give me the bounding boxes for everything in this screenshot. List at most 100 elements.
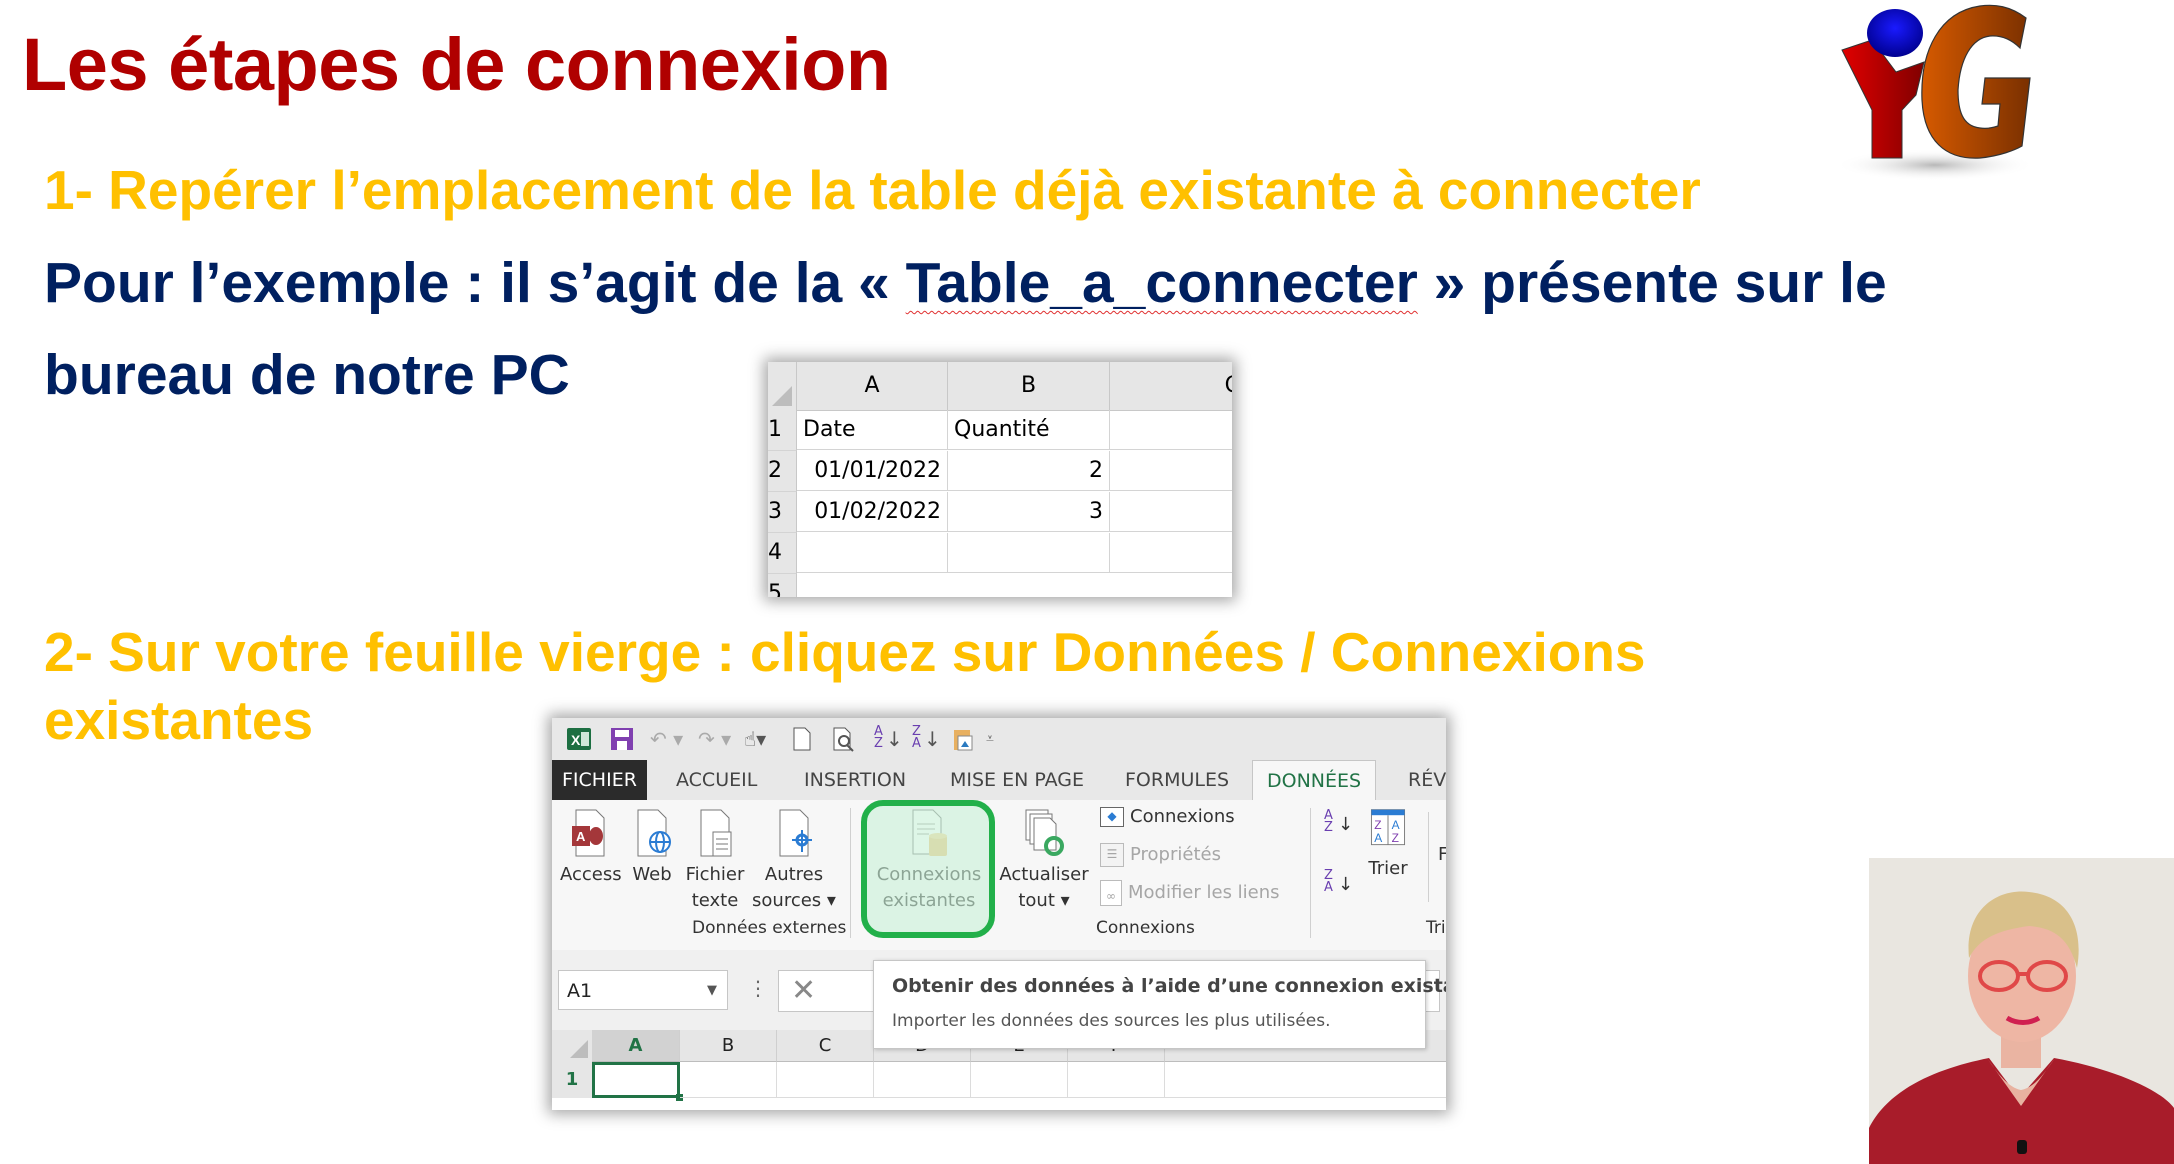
access-icon: A (572, 809, 605, 857)
group-label-sort: Tri (1426, 918, 1446, 938)
step1-description: Pour l’exemple : il s’agit de la « Table… (44, 250, 1887, 316)
column-header: A (797, 362, 948, 410)
refresh-all-icon (1025, 809, 1064, 856)
undo-icon[interactable]: ↶ ▾ (650, 726, 683, 752)
web-globe-icon (637, 809, 671, 857)
step2-heading: 2- Sur votre feuille vierge : cliquez su… (44, 621, 1646, 683)
new-doc-icon[interactable] (792, 726, 812, 752)
presenter-webcam (1869, 858, 2174, 1164)
column-header[interactable]: C (777, 1030, 874, 1062)
row-header: 5 (768, 574, 797, 597)
properties-button[interactable]: ☰ Propriétés (1100, 842, 1221, 868)
connections-icon: ◆ (1100, 807, 1124, 827)
grid-cell[interactable] (680, 1062, 777, 1098)
highlight-existing-connections (861, 800, 995, 938)
tab-mise-en-page[interactable]: MISE EN PAGE (950, 760, 1084, 800)
other-sources-button[interactable]: Autres sources ▾ (752, 808, 836, 914)
table-cell: 01/01/2022 (797, 451, 948, 491)
filter-button-partial[interactable]: F (1438, 842, 1446, 868)
sort-label: Trier (1368, 858, 1408, 879)
web-button[interactable]: Web (626, 808, 678, 888)
redo-icon[interactable]: ↷ ▾ (698, 726, 731, 752)
sort-dialog-icon: ZAAZ (1370, 809, 1406, 846)
sort-a-z-arrow-icon: ↓ (1338, 814, 1354, 835)
select-all-corner[interactable] (552, 1030, 592, 1062)
web-label: Web (632, 864, 672, 885)
refresh-all-button[interactable]: Actualiser tout ▾ (996, 808, 1092, 914)
tab-accueil[interactable]: ACCUEIL (676, 760, 757, 800)
column-header[interactable]: B (680, 1030, 777, 1062)
access-label: Access (560, 864, 622, 885)
presenter-video-icon (1869, 858, 2174, 1164)
edit-links-button[interactable]: ∞ Modifier les liens (1100, 880, 1280, 906)
row-header: 3 (768, 492, 797, 533)
excel-ribbon-screenshot: X ↶ ▾ ↷ ▾ ☝▾ AZ ↓ ZA ↓ ⩡ FICHIER ACCUEIL… (552, 718, 1446, 1110)
slide-title: Les étapes de connexion (22, 23, 891, 106)
svg-text:A: A (1374, 831, 1382, 845)
tooltip-title: Obtenir des données à l’aide d’une conne… (892, 975, 1446, 997)
grid-cell[interactable] (1165, 1062, 1446, 1098)
svg-text:Z: Z (1392, 831, 1399, 845)
yg-logo (1820, 0, 2050, 181)
grid-cell[interactable] (874, 1062, 971, 1098)
quick-access-toolbar: X ↶ ▾ ↷ ▾ ☝▾ AZ ↓ ZA ↓ ⩡ (552, 718, 1446, 760)
sort-z-a-button[interactable]: ZA (1324, 869, 1333, 894)
svg-text:X: X (571, 732, 581, 748)
person-logo-icon (1835, 4, 2035, 181)
tooltip-description: Importer les données des sources les plu… (892, 1011, 1331, 1031)
access-button[interactable]: A Access (560, 808, 622, 888)
tab-donnees[interactable]: DONNÉES (1252, 760, 1377, 801)
sort-z-a-arrow-icon: ↓ (1338, 874, 1354, 895)
tab-insertion[interactable]: INSERTION (804, 760, 906, 800)
table-cell (1110, 533, 1232, 573)
step1-description-line2: bureau de notre PC (44, 343, 570, 407)
save-icon[interactable] (610, 726, 634, 752)
sort-asc-icon[interactable]: AZ (874, 725, 883, 752)
customize-icon[interactable]: ⩡ (986, 726, 994, 752)
svg-text:A: A (576, 829, 586, 844)
svg-text:A: A (1392, 818, 1400, 832)
edit-links-label: Modifier les liens (1128, 882, 1280, 903)
grid-cell[interactable] (1068, 1062, 1165, 1098)
column-header: B (948, 362, 1110, 410)
group-label-connections: Connexions (1096, 918, 1195, 938)
row-header: 2 (768, 451, 797, 492)
table-cell: 01/02/2022 (797, 492, 948, 532)
sort-a-z-button[interactable]: AZ (1324, 809, 1333, 834)
properties-label: Propriétés (1130, 844, 1221, 865)
sort-asc-arrow-icon: ↓ (886, 727, 903, 751)
svg-text:Z: Z (1374, 818, 1381, 832)
column-header[interactable]: A (592, 1030, 680, 1062)
desc-suffix: » présente sur le (1417, 251, 1887, 315)
connections-button[interactable]: ◆ Connexions (1100, 804, 1235, 830)
step2-heading-line2: existantes (44, 689, 314, 751)
refresh-all-label-1: Actualiser (999, 864, 1089, 885)
table-cell (1110, 451, 1232, 491)
touch-mode-icon[interactable]: ☝▾ (744, 726, 766, 752)
sort-button[interactable]: ZAAZ Trier (1358, 806, 1418, 882)
table-cell (948, 533, 1110, 573)
other-sources-icon (779, 809, 812, 857)
tab-revision[interactable]: RÉV (1408, 760, 1446, 800)
edit-links-icon: ∞ (1100, 880, 1122, 906)
print-preview-icon[interactable] (832, 726, 856, 752)
tab-formules[interactable]: FORMULES (1125, 760, 1229, 800)
active-cell-a1[interactable] (592, 1062, 683, 1101)
desc-prefix: Pour l’exemple : il s’agit de la « (44, 251, 906, 315)
cancel-icon[interactable]: ✕ (791, 973, 816, 1008)
table-cell (1110, 492, 1232, 532)
tab-fichier[interactable]: FICHIER (552, 760, 647, 800)
grid-cell[interactable] (971, 1062, 1068, 1098)
sort-desc-icon[interactable]: ZA (912, 725, 921, 752)
name-box[interactable]: A1 ▼ (558, 970, 728, 1010)
formula-bar-grip-icon[interactable]: ⋮ (748, 976, 768, 1000)
properties-icon: ☰ (1100, 843, 1124, 867)
sort-desc-arrow-icon: ↓ (924, 727, 941, 751)
grid-cell[interactable] (777, 1062, 874, 1098)
name-box-value: A1 (567, 980, 593, 1002)
paste-icon[interactable] (952, 726, 974, 752)
row-header: 4 (768, 533, 797, 574)
source-table-screenshot: A B C 1 2 3 4 5 Date Quantité 01/01/2022… (768, 362, 1232, 597)
row-header[interactable]: 1 (552, 1062, 592, 1098)
text-file-button[interactable]: Fichier texte (682, 808, 748, 914)
